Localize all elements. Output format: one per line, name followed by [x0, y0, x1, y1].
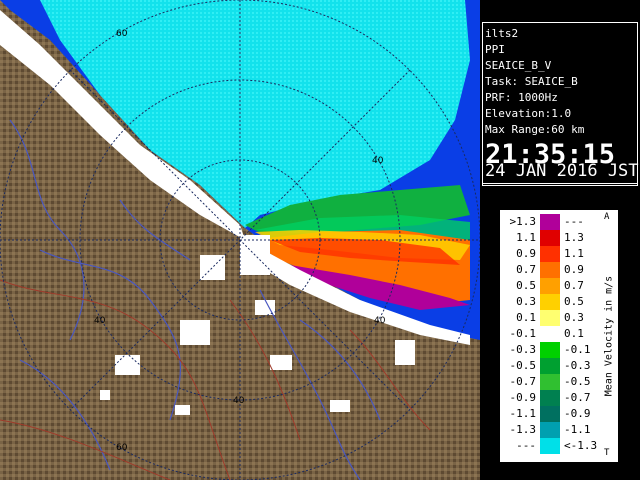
range-label: 40: [372, 156, 384, 166]
legend-lower-bound: -1.3: [509, 423, 537, 436]
legend-arrow-bottom: T: [604, 448, 610, 458]
legend-upper-bound: <-1.3: [564, 439, 598, 452]
legend-upper-bound: 0.1: [564, 327, 584, 340]
max-range-value: Max Range:60 km: [485, 123, 585, 136]
legend-lower-bound: -0.7: [509, 375, 537, 388]
legend-swatch: [540, 374, 560, 390]
legend-upper-bound: 1.3: [564, 231, 584, 244]
legend-lower-bound: 0.3: [516, 295, 536, 308]
legend-swatch: [540, 214, 560, 230]
legend-swatch: [540, 246, 560, 262]
legend-swatch: [540, 310, 560, 326]
range-label: 40: [94, 316, 106, 326]
legend-swatch: [540, 230, 560, 246]
range-label: 40: [233, 396, 245, 406]
legend-lower-bound: 0.1: [516, 311, 536, 324]
legend-swatch: [540, 262, 560, 278]
prf-value: PRF: 1000Hz: [485, 91, 558, 104]
legend-lower-bound: 1.1: [516, 231, 536, 244]
legend-lower-bound: -0.9: [509, 391, 537, 404]
legend-swatch: [540, 438, 560, 454]
radar-image: 60 40 40 40 40 60: [0, 0, 480, 480]
range-label: 60: [116, 443, 128, 453]
range-label: 60: [116, 29, 128, 39]
elevation-value: Elevation:1.0: [485, 107, 572, 120]
legend-swatch: [540, 278, 560, 294]
legend-swatch: [540, 406, 560, 422]
legend-upper-bound: -0.5: [564, 375, 591, 388]
legend-upper-bound: 0.5: [564, 295, 584, 308]
legend-lower-bound: >1.3: [509, 215, 537, 228]
task-name: Task: SEAICE_B: [485, 75, 578, 88]
legend-swatch: [540, 422, 560, 438]
legend-lower-bound: -0.1: [509, 327, 537, 340]
legend-unit-label: Mean Velocity in m/s: [603, 275, 615, 397]
scan-mode: PPI: [485, 43, 505, 56]
legend-lower-bound: -1.1: [509, 407, 537, 420]
legend-lower-bound: 0.5: [516, 279, 536, 292]
legend-upper-bound: -1.1: [564, 423, 591, 436]
scan-date: 24 JAN 2016 JST: [485, 161, 639, 181]
legend-upper-bound: 0.3: [564, 311, 584, 324]
radar-ppi-display: 60 40 40 40 40 60: [0, 0, 480, 480]
legend-upper-bound: 0.9: [564, 263, 584, 276]
radar-info-panel: ilts2 PPI SEAICE_B_V Task: SEAICE_B PRF:…: [482, 22, 638, 184]
legend-lower-bound: -0.3: [509, 343, 537, 356]
legend-swatch: [540, 342, 560, 358]
legend-swatch: [540, 294, 560, 310]
product-name: SEAICE_B_V: [485, 59, 552, 72]
legend-upper-bound: -0.1: [564, 343, 591, 356]
legend-lower-bound: ---: [516, 439, 536, 452]
radar-name: ilts2: [485, 27, 519, 40]
legend-lower-bound: -0.5: [509, 359, 537, 372]
legend-swatch: [540, 390, 560, 406]
legend-swatch: [540, 326, 560, 342]
legend-arrow-top: A: [604, 212, 610, 222]
legend-lower-bound: 0.7: [516, 263, 536, 276]
legend-upper-bound: -0.3: [564, 359, 591, 372]
legend-upper-bound: -0.9: [564, 407, 591, 420]
legend-upper-bound: ---: [564, 215, 584, 228]
legend-lower-bound: 0.9: [516, 247, 536, 260]
legend-upper-bound: 0.7: [564, 279, 584, 292]
range-label: 40: [374, 316, 386, 326]
legend-upper-bound: -0.7: [564, 391, 591, 404]
legend-swatch: [540, 358, 560, 374]
velocity-legend: >1.3 --- 1.1 1.3 0.9 1.1 0.7 0.9 0.5 0.7 0.3 0.5 0.1…: [500, 210, 618, 462]
legend-upper-bound: 1.1: [564, 247, 584, 260]
date-box: 24 JAN 2016 JST: [482, 161, 639, 186]
